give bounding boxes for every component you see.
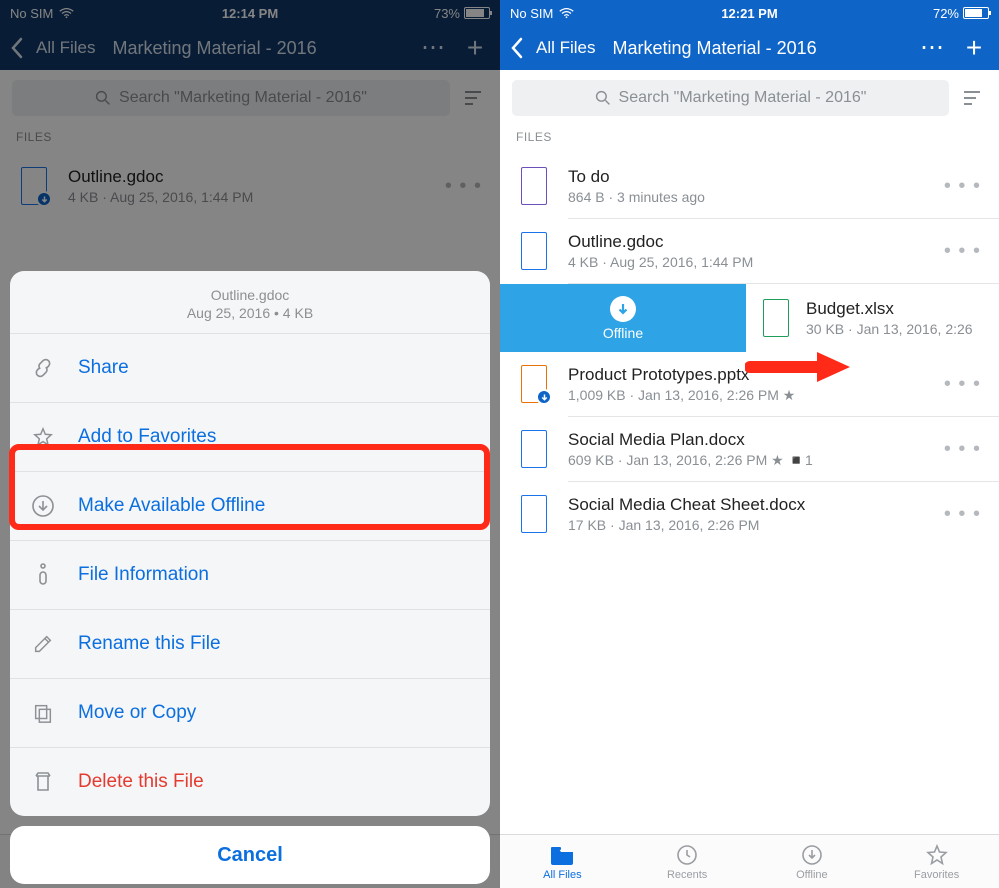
sheet-rename[interactable]: Rename this File <box>10 609 490 678</box>
download-icon <box>610 296 636 322</box>
chevron-left-icon[interactable] <box>510 37 524 59</box>
status-time: 12:21 PM <box>500 6 999 21</box>
swipe-offline-action[interactable]: Offline <box>500 284 746 352</box>
battery-icon <box>963 7 989 19</box>
file-name: To do <box>568 167 940 187</box>
download-icon <box>30 494 56 518</box>
file-row[interactable]: Social Media Cheat Sheet.docx 17 KB · Ja… <box>500 482 999 546</box>
more-icon[interactable]: ⋯ <box>917 36 947 60</box>
sheet-filename: Outline.gdoc <box>20 287 480 303</box>
file-row[interactable]: Social Media Plan.docx 609 KB · Jan 13, … <box>500 417 999 481</box>
sheet-offline[interactable]: Make Available Offline <box>10 471 490 540</box>
row-more-icon[interactable]: • • • <box>940 175 985 198</box>
sheet-favorite[interactable]: Add to Favorites <box>10 402 490 471</box>
pencil-icon <box>30 633 56 655</box>
file-icon <box>514 230 554 272</box>
file-name: Social Media Plan.docx <box>568 430 940 450</box>
sheet-cancel[interactable]: Cancel <box>10 826 490 884</box>
sheet-move[interactable]: Move or Copy <box>10 678 490 747</box>
row-more-icon[interactable]: • • • <box>940 240 985 263</box>
plus-icon[interactable]: + <box>959 34 989 62</box>
tab-favorites[interactable]: Favorites <box>874 835 999 888</box>
file-icon <box>514 165 554 207</box>
page-title: Marketing Material - 2016 <box>613 38 817 59</box>
file-row[interactable]: To do 864 B · 3 minutes ago • • • <box>500 154 999 218</box>
file-meta: 609 KB · Jan 13, 2016, 2:26 PM ★ ◾1 <box>568 452 940 469</box>
file-name: Budget.xlsx <box>806 299 991 319</box>
clock-icon <box>675 843 699 867</box>
file-name: Social Media Cheat Sheet.docx <box>568 495 940 515</box>
file-icon <box>514 428 554 470</box>
file-icon <box>756 297 796 339</box>
link-icon <box>30 357 56 379</box>
copy-icon <box>30 702 56 724</box>
row-more-icon[interactable]: • • • <box>940 373 985 396</box>
star-icon <box>30 426 56 448</box>
file-meta: 864 B · 3 minutes ago <box>568 189 940 205</box>
tab-recents[interactable]: Recents <box>625 835 750 888</box>
file-row[interactable]: Outline.gdoc 4 KB · Aug 25, 2016, 1:44 P… <box>500 219 999 283</box>
file-icon <box>514 493 554 535</box>
annotation-arrow <box>745 349 855 385</box>
star-icon <box>925 843 949 867</box>
status-bar: No SIM 12:21 PM 72% <box>500 0 999 26</box>
row-more-icon[interactable]: • • • <box>940 503 985 526</box>
tab-offline[interactable]: Offline <box>750 835 875 888</box>
file-name: Outline.gdoc <box>568 232 940 252</box>
search-input[interactable]: Search "Marketing Material - 2016" <box>512 80 949 116</box>
nav-bar: All Files Marketing Material - 2016 ⋯ + <box>500 26 999 70</box>
sheet-filemeta: Aug 25, 2016 • 4 KB <box>20 305 480 321</box>
file-meta: 17 KB · Jan 13, 2016, 2:26 PM <box>568 517 940 533</box>
file-row-swiped[interactable]: Offline Budget.xlsx 30 KB · Jan 13, 2016… <box>500 284 999 352</box>
sheet-delete[interactable]: Delete this File <box>10 747 490 816</box>
file-meta: 30 KB · Jan 13, 2016, 2:26 <box>806 321 991 337</box>
file-icon <box>514 363 554 405</box>
tab-bar: All Files Recents Offline Favorites <box>500 834 999 888</box>
info-icon <box>30 563 56 587</box>
action-sheet: Outline.gdoc Aug 25, 2016 • 4 KB Share A… <box>10 271 490 884</box>
file-meta: 1,009 KB · Jan 13, 2016, 2:26 PM ★ <box>568 387 940 404</box>
file-meta: 4 KB · Aug 25, 2016, 1:44 PM <box>568 254 940 270</box>
section-label: FILES <box>500 126 999 154</box>
sheet-info[interactable]: File Information <box>10 540 490 609</box>
sort-icon[interactable] <box>961 89 987 107</box>
folder-icon <box>549 843 575 867</box>
sheet-share[interactable]: Share <box>10 333 490 402</box>
back-button[interactable]: All Files <box>536 38 596 58</box>
offline-badge-icon <box>536 389 552 405</box>
search-icon <box>595 90 611 106</box>
sheet-header: Outline.gdoc Aug 25, 2016 • 4 KB <box>10 271 490 333</box>
search-placeholder: Search "Marketing Material - 2016" <box>619 89 867 107</box>
trash-icon <box>30 770 56 794</box>
download-icon <box>800 843 824 867</box>
tab-all-files[interactable]: All Files <box>500 835 625 888</box>
row-more-icon[interactable]: • • • <box>940 438 985 461</box>
